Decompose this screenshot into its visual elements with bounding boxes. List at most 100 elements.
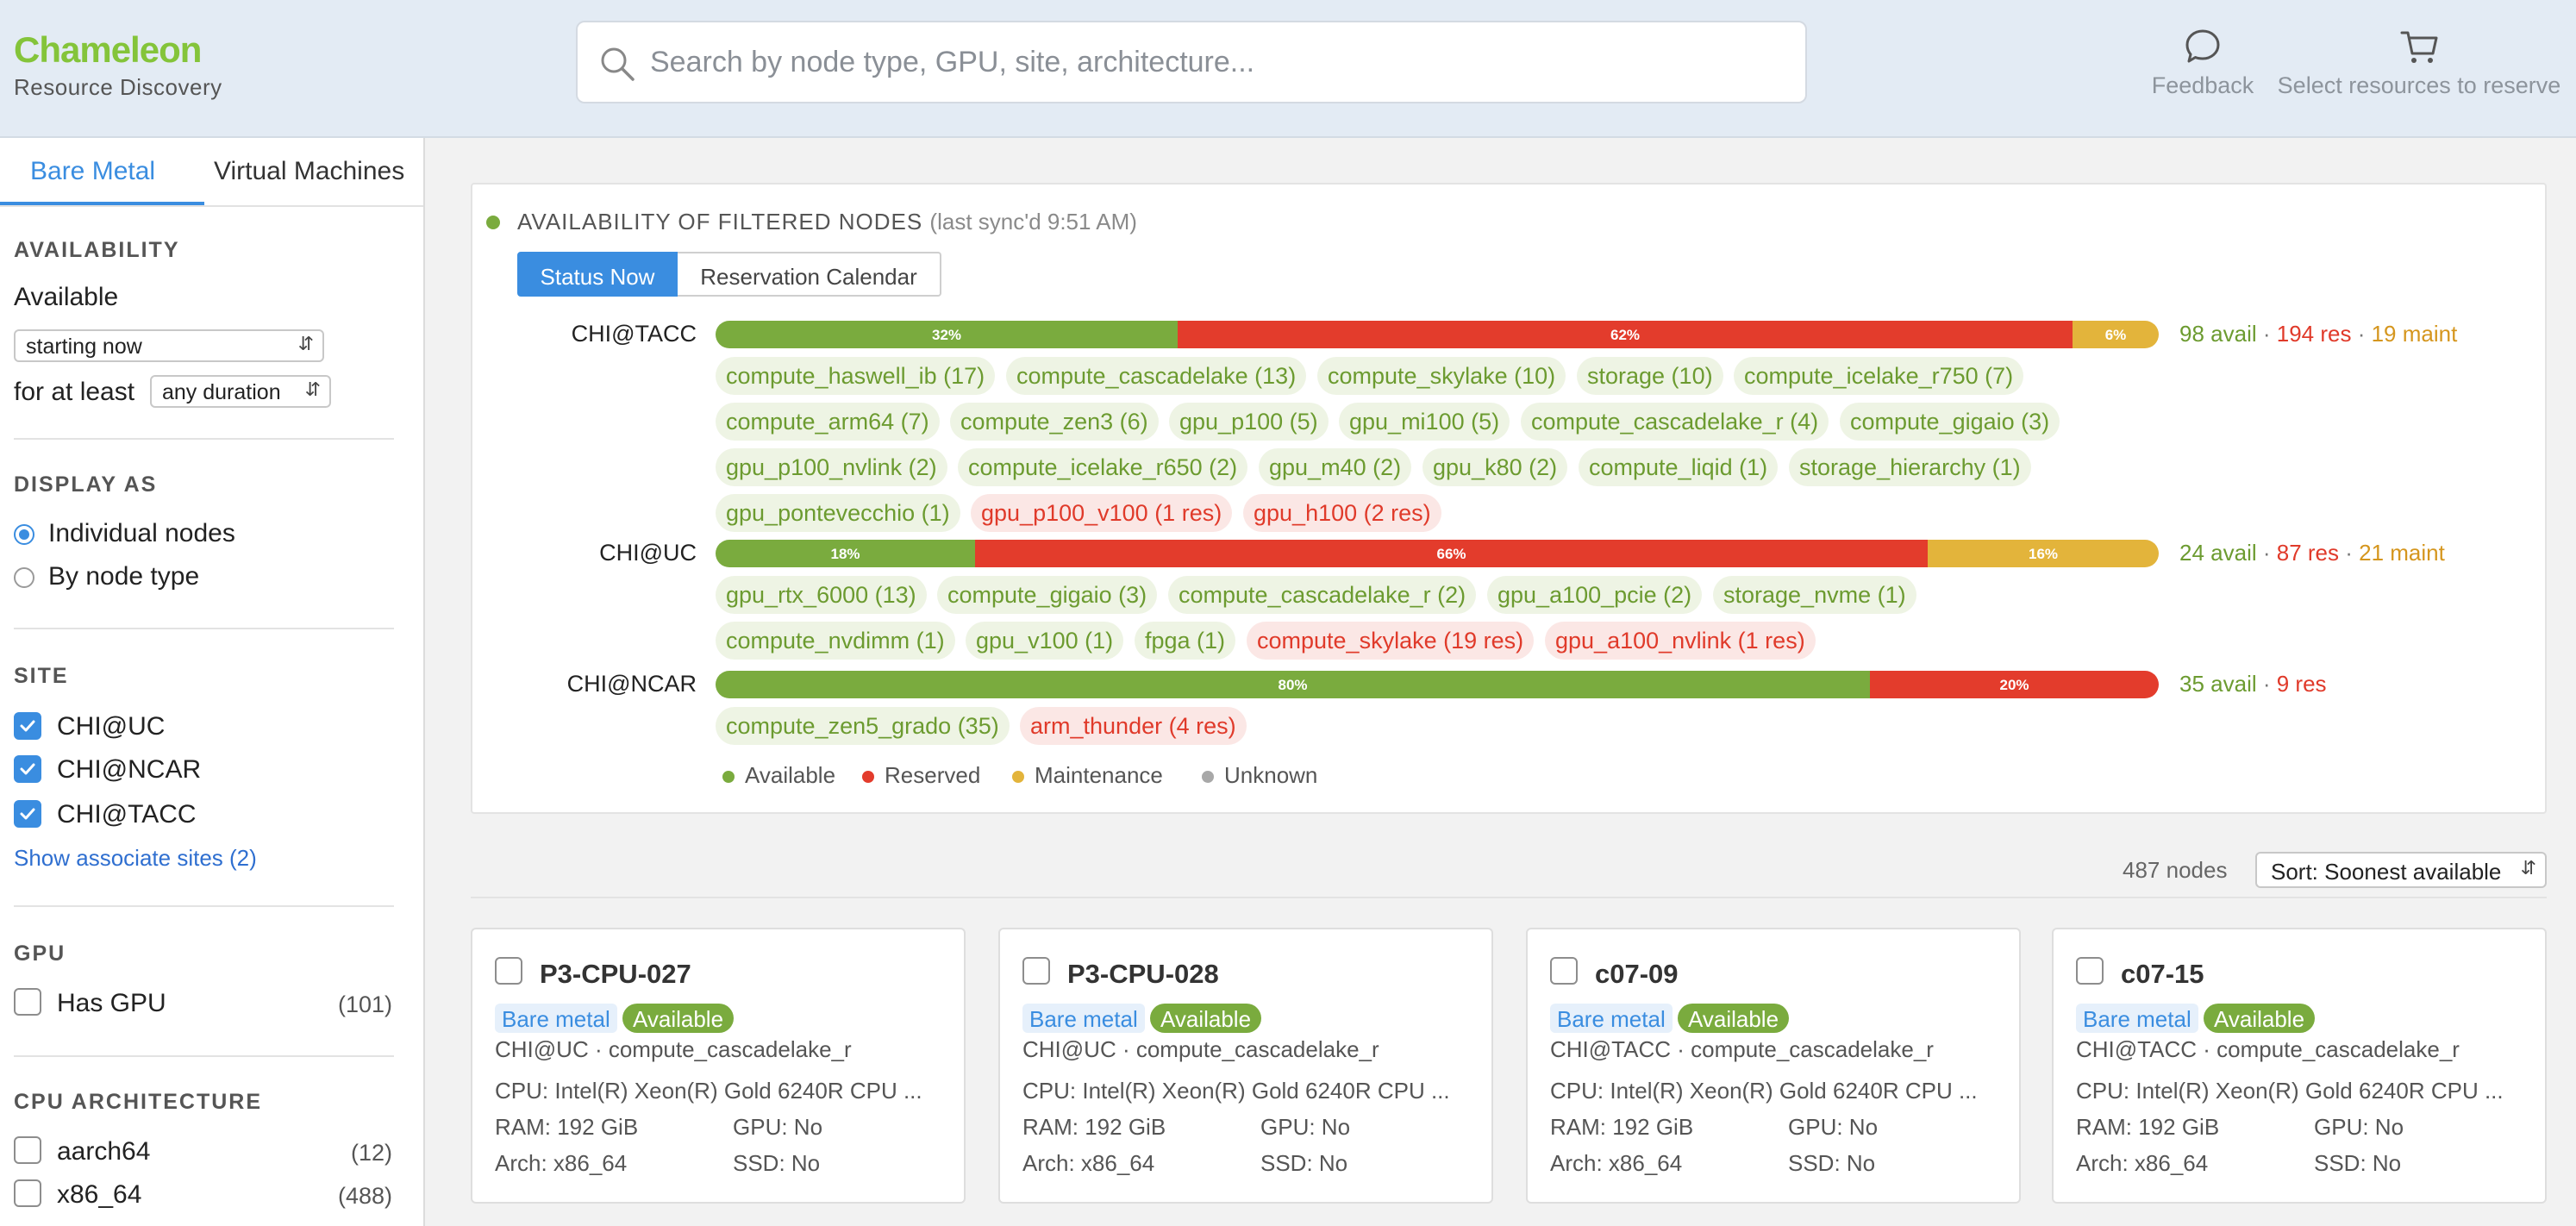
radio-individual-nodes[interactable] <box>14 524 34 545</box>
node-type-chip[interactable]: compute_cascadelake_r (2) <box>1168 576 1477 614</box>
checkbox-has-gpu[interactable] <box>14 988 41 1016</box>
node-type-chip[interactable]: gpu_p100 (5) <box>1169 403 1329 441</box>
node-type-chip[interactable]: fpga (1) <box>1135 622 1236 660</box>
checkbox-aarch64[interactable] <box>14 1136 41 1164</box>
search-box[interactable] <box>576 21 1807 103</box>
node-card[interactable]: P3-CPU-027 Bare metal Available CHI@UC · co… <box>471 928 966 1204</box>
card-select-checkbox[interactable] <box>2076 957 2104 985</box>
node-type-chip[interactable]: compute_nvdimm (1) <box>716 622 955 660</box>
node-gpu: GPU: No <box>1260 1114 1351 1140</box>
site-label-chi-uc[interactable]: CHI@UC <box>57 712 165 741</box>
individual-nodes-label[interactable]: Individual nodes <box>48 519 235 548</box>
card-select-checkbox[interactable] <box>1550 957 1578 985</box>
node-type-chip[interactable]: compute_arm64 (7) <box>716 403 940 441</box>
checkbox-chi-tacc[interactable] <box>14 800 41 828</box>
node-type-chip[interactable]: storage_nvme (1) <box>1713 576 1916 614</box>
tab-virtual-machines[interactable]: Virtual Machines <box>214 157 404 186</box>
node-type-chip[interactable]: gpu_m40 (2) <box>1259 448 1412 486</box>
duration-select[interactable]: any duration ⇵ <box>150 375 331 408</box>
availability-heading: AVAILABILITY <box>14 238 180 262</box>
res-count: 194 res <box>2276 321 2352 347</box>
tab-bare-metal[interactable]: Bare Metal <box>30 157 155 186</box>
node-count: 487 nodes <box>2123 857 2228 883</box>
node-gpu: GPU: No <box>733 1114 823 1140</box>
feedback-button[interactable]: Feedback <box>2148 26 2257 99</box>
x86-64-count: (488) <box>337 1183 392 1209</box>
sort-select[interactable]: Sort: Soonest available ⇵ <box>2255 852 2547 888</box>
node-name[interactable]: P3-CPU-027 <box>540 959 691 990</box>
checkbox-x86-64[interactable] <box>14 1179 41 1207</box>
node-type-chip[interactable]: storage_hierarchy (1) <box>1789 448 2031 486</box>
node-name[interactable]: c07-15 <box>2121 959 2204 990</box>
by-node-type-label[interactable]: By node type <box>48 562 199 591</box>
node-card[interactable]: c07-09 Bare metal Available CHI@TACC · comp… <box>1526 928 2021 1204</box>
node-type-chip[interactable]: compute_zen3 (6) <box>950 403 1159 441</box>
node-type-chip[interactable]: compute_icelake_r650 (2) <box>958 448 1248 486</box>
node-card[interactable]: c07-15 Bare metal Available CHI@TACC · comp… <box>2052 928 2547 1204</box>
node-location: CHI@UC · compute_cascadelake_r <box>495 1036 852 1062</box>
avail-count: 35 avail <box>2179 671 2257 697</box>
node-type-chip[interactable]: compute_liqid (1) <box>1579 448 1779 486</box>
maintenance-dot-icon <box>1012 771 1024 783</box>
check-icon <box>20 763 35 775</box>
node-type-chip[interactable]: gpu_v100 (1) <box>966 622 1124 660</box>
node-type-chip[interactable]: gpu_rtx_6000 (13) <box>716 576 927 614</box>
x86-64-label[interactable]: x86_64 <box>57 1180 141 1210</box>
start-time-select[interactable]: starting now ⇵ <box>14 329 324 362</box>
node-type-chip[interactable]: compute_skylake (19 res) <box>1247 622 1535 660</box>
node-card[interactable]: P3-CPU-028 Bare metal Available CHI@UC · co… <box>998 928 1493 1204</box>
availability-bar-chi-ncar[interactable]: 80% 20% <box>716 671 2159 698</box>
card-select-checkbox[interactable] <box>1022 957 1050 985</box>
bar-segment-available[interactable]: 32% <box>716 321 1178 348</box>
node-type-chip[interactable]: compute_haswell_ib (17) <box>716 357 996 395</box>
aarch64-label[interactable]: aarch64 <box>57 1137 150 1167</box>
node-type-chip[interactable]: gpu_p100_nvlink (2) <box>716 448 947 486</box>
bar-segment-available[interactable]: 18% <box>716 540 975 567</box>
node-name[interactable]: P3-CPU-028 <box>1067 959 1219 990</box>
bar-segment-available[interactable]: 80% <box>716 671 1870 698</box>
reserve-cart-button[interactable]: Select resources to reserve <box>2273 26 2566 99</box>
node-type-chip[interactable]: gpu_k80 (2) <box>1422 448 1568 486</box>
availability-bar-chi-uc[interactable]: 18% 66% 16% <box>716 540 2159 567</box>
node-type-chip[interactable]: compute_cascadelake_r (4) <box>1521 403 1829 441</box>
site-label-chi-tacc[interactable]: CHI@TACC <box>57 800 197 829</box>
node-type-chip[interactable]: storage (10) <box>1577 357 1723 395</box>
search-input[interactable] <box>650 22 1788 102</box>
summary-chi-ncar: 35 avail · 9 res <box>2179 671 2327 697</box>
node-type-chip[interactable]: compute_zen5_grado (35) <box>716 707 1010 745</box>
unknown-dot-icon <box>1202 771 1214 783</box>
has-gpu-label[interactable]: Has GPU <box>57 989 166 1018</box>
status-now-toggle[interactable]: Status Now <box>517 252 678 297</box>
node-type-chip[interactable]: gpu_mi100 (5) <box>1339 403 1510 441</box>
node-type-chip[interactable]: compute_skylake (10) <box>1317 357 1566 395</box>
node-type-chip[interactable]: arm_thunder (4 res) <box>1020 707 1247 745</box>
radio-by-node-type[interactable] <box>14 567 34 588</box>
checkbox-chi-uc[interactable] <box>14 712 41 740</box>
checkbox-chi-ncar[interactable] <box>14 755 41 783</box>
node-arch: Arch: x86_64 <box>2076 1150 2209 1176</box>
node-type-chip[interactable]: compute_cascadelake (13) <box>1006 357 1307 395</box>
maint-count: 19 maint <box>2371 321 2458 347</box>
show-associate-sites-link[interactable]: Show associate sites (2) <box>14 845 257 872</box>
node-type-chip[interactable]: gpu_a100_nvlink (1 res) <box>1545 622 1816 660</box>
node-type-chip[interactable]: compute_icelake_r750 (7) <box>1734 357 2024 395</box>
node-type-chip[interactable]: gpu_a100_pcie (2) <box>1487 576 1703 614</box>
bar-segment-reserved[interactable]: 62% <box>1178 321 2073 348</box>
brand-logo[interactable]: Chameleon <box>14 29 202 71</box>
bar-segment-maintenance[interactable]: 16% <box>1928 540 2159 567</box>
site-label-chi-ncar[interactable]: CHI@NCAR <box>57 755 201 785</box>
node-type-chip[interactable]: gpu_pontevecchio (1) <box>716 494 960 532</box>
node-name[interactable]: c07-09 <box>1595 959 1679 990</box>
node-type-chip[interactable]: gpu_p100_v100 (1 res) <box>971 494 1233 532</box>
node-type-chip[interactable]: gpu_h100 (2 res) <box>1243 494 1441 532</box>
cpu-architecture-heading: CPU ARCHITECTURE <box>14 1090 263 1114</box>
card-select-checkbox[interactable] <box>495 957 522 985</box>
bar-segment-reserved[interactable]: 66% <box>975 540 1928 567</box>
reservation-calendar-toggle[interactable]: Reservation Calendar <box>678 252 941 297</box>
bar-segment-maintenance[interactable]: 6% <box>2073 321 2159 348</box>
has-gpu-count: (101) <box>337 991 392 1017</box>
node-type-chip[interactable]: compute_gigaio (3) <box>1840 403 2060 441</box>
node-type-chip[interactable]: compute_gigaio (3) <box>937 576 1158 614</box>
availability-bar-chi-tacc[interactable]: 32% 62% 6% <box>716 321 2159 348</box>
bar-segment-reserved[interactable]: 20% <box>1870 671 2159 698</box>
